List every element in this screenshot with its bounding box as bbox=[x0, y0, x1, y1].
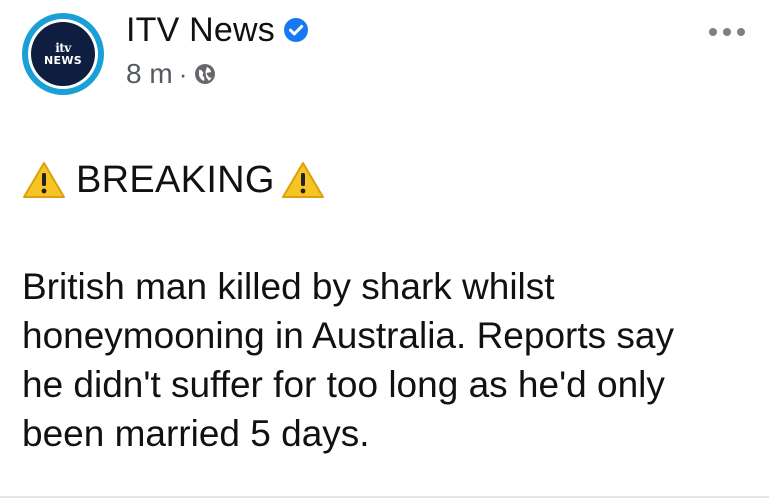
post-body-line: British man killed by shark whilst bbox=[22, 266, 555, 307]
post-header: itv NEWS ITV News 8 m · bbox=[22, 8, 309, 108]
timestamp-link[interactable]: 8 m bbox=[126, 58, 173, 90]
itv-news-logo: itv NEWS bbox=[31, 22, 95, 86]
logo-subtitle: NEWS bbox=[44, 53, 82, 67]
avatar[interactable]: itv NEWS bbox=[22, 13, 104, 95]
post-body-line: been married 5 days. bbox=[22, 413, 370, 454]
verified-badge-icon bbox=[283, 17, 309, 43]
more-options-icon[interactable] bbox=[709, 24, 745, 40]
post-subinfo: 8 m · bbox=[126, 58, 309, 90]
more-dot bbox=[737, 28, 745, 36]
facebook-post: itv NEWS ITV News 8 m · BREAKING British… bbox=[0, 0, 769, 498]
post-body-line: he didn't suffer for too long as he'd on… bbox=[22, 364, 665, 405]
breaking-label: BREAKING bbox=[76, 159, 275, 201]
more-dot bbox=[709, 28, 717, 36]
post-meta: ITV News 8 m · bbox=[126, 10, 309, 90]
page-name-link[interactable]: ITV News bbox=[126, 10, 275, 50]
post-body-line: honeymooning in Australia. Reports say bbox=[22, 315, 674, 356]
separator-dot: · bbox=[178, 58, 188, 89]
warning-icon bbox=[281, 160, 325, 200]
globe-icon[interactable] bbox=[193, 62, 217, 86]
author-row: ITV News bbox=[126, 10, 309, 50]
warning-icon bbox=[22, 160, 66, 200]
post-body: British man killed by shark whilst honey… bbox=[22, 262, 762, 458]
breaking-headline: BREAKING bbox=[22, 158, 325, 202]
logo-wordmark: itv bbox=[55, 40, 71, 55]
more-dot bbox=[723, 28, 731, 36]
